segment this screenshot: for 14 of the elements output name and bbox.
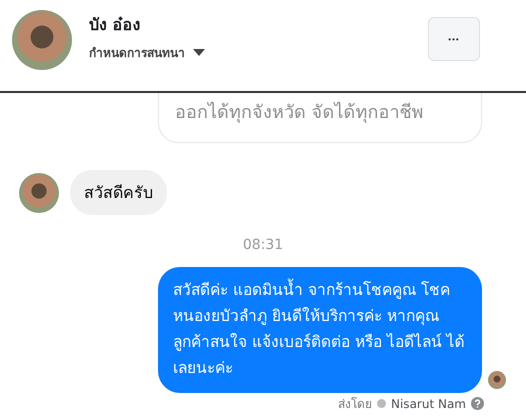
sender-link[interactable]: Nisarut Nam [391,396,466,410]
user-dot-icon [377,399,386,408]
sent-by-label: ส่งโดย [338,396,372,413]
help-icon [471,397,484,410]
conversation-settings-dropdown[interactable]: กำหนดการสนทนา [89,43,205,62]
avatar [19,172,59,212]
contact-name: บัง อ๋อง [89,14,142,36]
message-bubble: สวัสดีครับ [70,170,167,215]
card-text: ออกได้ทุกจังหวัด จัดได้ทุกอาชีพ [175,102,424,123]
more-button[interactable]: ••• [428,17,480,61]
caret-icon [193,48,205,56]
message-bubble: สวัสดีค่ะ แอดมินน้ำ จากร้านโชคคูณ โชคหนองยบัวลำภู ยินดีให้บริการค่ะ หากคุณลูกค้าสนใจ แจ้งเบอร์ติดต่อ หรือ ไอดีไลน์ ได้เลยนะค่ะ [158,267,482,393]
timestamp: 08:31 [242,237,284,253]
read-receipt-avatar [488,371,506,389]
